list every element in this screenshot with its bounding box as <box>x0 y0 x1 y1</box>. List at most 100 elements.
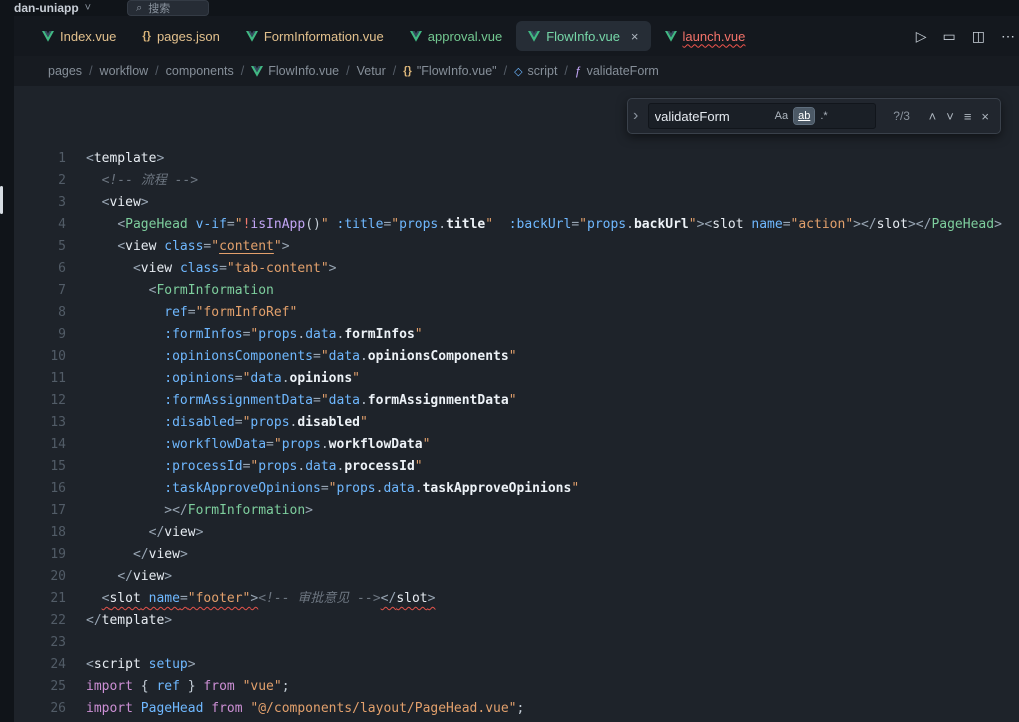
line-number: 6 <box>14 258 86 280</box>
toggle-replace-button[interactable]: › <box>628 99 644 133</box>
line-number: 15 <box>14 456 86 478</box>
breadcrumb-item[interactable]: ƒvalidateForm <box>575 64 659 78</box>
close-icon[interactable]: × <box>631 29 639 44</box>
code-line[interactable]: 18 </view> <box>14 522 1019 544</box>
code-line[interactable]: 4 <PageHead v-if="!isInApp()" :title="pr… <box>14 214 1019 236</box>
breadcrumb-label: "FlowInfo.vue" <box>417 64 497 78</box>
breadcrumb-item[interactable]: Vetur <box>357 64 386 78</box>
line-number: 22 <box>14 610 86 632</box>
tab-label: launch.vue <box>683 29 746 44</box>
global-search[interactable]: ⌕ 搜索 <box>127 0 209 16</box>
tab-launch-vue[interactable]: launch.vue <box>653 21 758 51</box>
code-line[interactable]: 12 :formAssignmentData="data.formAssignm… <box>14 390 1019 412</box>
find-previous-button[interactable]: ˄ <box>924 107 942 126</box>
tab-flowinfo-vue[interactable]: FlowInfo.vue× <box>516 21 650 51</box>
code-line[interactable]: 7 <FormInformation <box>14 280 1019 302</box>
vue-icon <box>246 31 258 42</box>
line-number: 3 <box>14 192 86 214</box>
find-next-button[interactable]: ˅ <box>941 107 959 126</box>
find-input-box: Aa ab .* <box>648 103 876 129</box>
code-line[interactable]: 24<script setup> <box>14 654 1019 676</box>
regex-button[interactable]: .* <box>816 108 831 124</box>
active-indicator <box>0 186 3 214</box>
breadcrumb-separator: / <box>564 64 567 78</box>
tab-bar: Index.vue {} pages.json FormInformation.vue… <box>14 16 1019 56</box>
panel-icon[interactable]: ▭ <box>943 28 956 45</box>
search-label: 搜索 <box>148 0 170 16</box>
code-line[interactable]: 21 <slot name="footer"><!-- 审批意见 --></sl… <box>14 588 1019 610</box>
code-line[interactable]: 25import { ref } from "vue"; <box>14 676 1019 698</box>
breadcrumb-item[interactable]: pages <box>48 64 82 78</box>
more-actions-icon[interactable]: ⋯ <box>1001 28 1015 45</box>
line-number: 25 <box>14 676 86 698</box>
code-line[interactable]: 20 </view> <box>14 566 1019 588</box>
code-line[interactable]: 5 <view class="content"> <box>14 236 1019 258</box>
code-line[interactable]: 8 ref="formInfoRef" <box>14 302 1019 324</box>
editor[interactable]: › Aa ab .* ?/3 ˄ ˅ ≡ × 1<template>2 <!--… <box>14 86 1019 722</box>
find-close-button[interactable]: × <box>976 107 994 126</box>
tab-pages-json[interactable]: {} pages.json <box>130 21 231 51</box>
tab-index-vue[interactable]: Index.vue <box>30 21 128 51</box>
code-line[interactable]: 26import PageHead from "@/components/lay… <box>14 698 1019 720</box>
tab-bar-tabs: Index.vue {} pages.json FormInformation.vue… <box>30 16 757 56</box>
breadcrumb-separator: / <box>393 64 396 78</box>
breadcrumb-separator: / <box>346 64 349 78</box>
braces-icon: {} <box>403 65 412 77</box>
code-line[interactable]: 23 <box>14 632 1019 654</box>
breadcrumb-item[interactable]: FlowInfo.vue <box>251 64 339 78</box>
code-line[interactable]: 1<template> <box>14 148 1019 170</box>
code-line[interactable]: 15 :processId="props.data.processId" <box>14 456 1019 478</box>
code-line[interactable]: 10 :opinionsComponents="data.opinionsCom… <box>14 346 1019 368</box>
breadcrumb-label: Vetur <box>357 64 386 78</box>
run-icon[interactable]: ▷ <box>916 28 927 45</box>
breadcrumb-item[interactable]: components <box>166 64 234 78</box>
code-line[interactable]: 6 <view class="tab-content"> <box>14 258 1019 280</box>
find-in-selection-button[interactable]: ≡ <box>959 107 977 126</box>
activity-strip <box>0 16 14 722</box>
whole-word-button[interactable]: ab <box>794 108 814 124</box>
code-line[interactable]: 11 :opinions="data.opinions" <box>14 368 1019 390</box>
tab-forminformation-vue[interactable]: FormInformation.vue <box>234 21 396 51</box>
find-input[interactable] <box>653 108 769 125</box>
code-line[interactable]: 17 ></FormInformation> <box>14 500 1019 522</box>
chevron-down-icon[interactable]: ˅ <box>85 2 91 14</box>
breadcrumb-label: pages <box>48 64 82 78</box>
code-line[interactable]: 14 :workflowData="props.workflowData" <box>14 434 1019 456</box>
tab-label: pages.json <box>157 29 220 44</box>
tab-approval-vue[interactable]: approval.vue <box>398 21 514 51</box>
line-number: 16 <box>14 478 86 500</box>
find-matches-count: ?/3 <box>889 109 915 123</box>
breadcrumb-separator: / <box>504 64 507 78</box>
code-line[interactable]: 9 :formInfos="props.data.formInfos" <box>14 324 1019 346</box>
titlebar: dan-uniapp ˅ ⌕ 搜索 <box>0 0 1019 16</box>
project-name[interactable]: dan-uniapp <box>14 1 79 15</box>
code-line[interactable]: 2 <!-- 流程 --> <box>14 170 1019 192</box>
code-line[interactable]: 3 <view> <box>14 192 1019 214</box>
match-case-button[interactable]: Aa <box>771 108 792 124</box>
symbol-method-icon: ƒ <box>575 64 582 78</box>
line-number: 19 <box>14 544 86 566</box>
breadcrumb-item[interactable]: ◇script <box>514 64 557 78</box>
find-widget: › Aa ab .* ?/3 ˄ ˅ ≡ × <box>627 98 1001 134</box>
breadcrumb-item[interactable]: {} "FlowInfo.vue" <box>403 64 496 78</box>
line-number: 26 <box>14 698 86 720</box>
code-line[interactable]: 16 :taskApproveOpinions="props.data.task… <box>14 478 1019 500</box>
line-number: 12 <box>14 390 86 412</box>
split-editor-icon[interactable]: ◫ <box>972 28 985 45</box>
line-number: 7 <box>14 280 86 302</box>
line-number: 21 <box>14 588 86 610</box>
line-number: 1 <box>14 148 86 170</box>
breadcrumb-separator: / <box>89 64 92 78</box>
code-line[interactable]: 22</template> <box>14 610 1019 632</box>
breadcrumb-item[interactable]: workflow <box>100 64 149 78</box>
symbol-script-icon: ◇ <box>514 65 522 78</box>
line-number: 24 <box>14 654 86 676</box>
code-line[interactable]: 19 </view> <box>14 544 1019 566</box>
line-number: 20 <box>14 566 86 588</box>
code-line[interactable]: 13 :disabled="props.disabled" <box>14 412 1019 434</box>
vue-icon <box>528 31 540 42</box>
chevron-right-icon: › <box>633 107 638 125</box>
json-icon: {} <box>142 30 151 42</box>
line-number: 11 <box>14 368 86 390</box>
code-lines[interactable]: 1<template>2 <!-- 流程 -->3 <view>4 <PageH… <box>14 86 1019 720</box>
